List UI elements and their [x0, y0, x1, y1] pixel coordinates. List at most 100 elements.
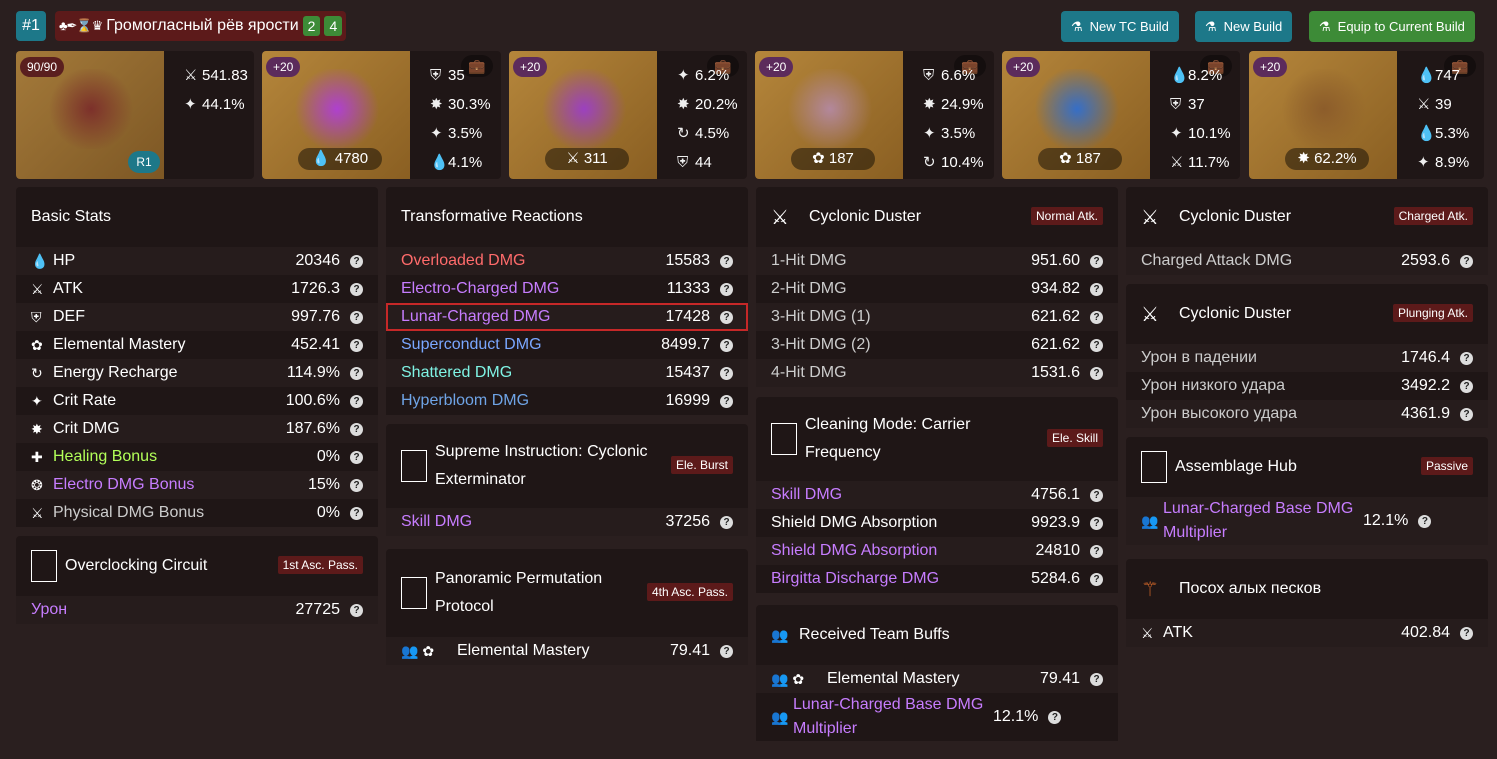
help-icon[interactable]: ? [720, 282, 733, 296]
substat: ✦ 3.5% [923, 119, 984, 148]
help-icon[interactable]: ? [350, 394, 363, 408]
help-icon[interactable]: ? [1090, 544, 1103, 558]
stat-value: 402.84 [1401, 624, 1450, 641]
stat-value: 79.41 [669, 642, 710, 659]
set-count-4: 4 [324, 16, 343, 36]
stat-icon: ⚔ [184, 67, 198, 84]
stat-row: ↻ Energy Recharge 114.9%? [16, 359, 378, 387]
help-icon[interactable]: ? [1460, 407, 1473, 421]
help-icon[interactable]: ? [350, 282, 363, 296]
artifact-card[interactable]: +20 💼 ⚔ 311 ✦ 6.2% ✸ 20.2% ↻ 4.5% ⛨ 44 [509, 51, 747, 179]
stat-icon: 👥 [1141, 512, 1159, 529]
help-icon[interactable]: ? [720, 310, 733, 324]
stat-value: 1531.6 [1031, 364, 1080, 381]
level-badge: 90/90 [20, 57, 65, 77]
help-icon[interactable]: ? [1090, 282, 1103, 296]
stat-row: Hyperbloom DMG 16999? [386, 387, 748, 415]
help-icon[interactable]: ? [720, 515, 733, 529]
help-icon[interactable]: ? [350, 603, 363, 617]
help-icon[interactable]: ? [1090, 488, 1103, 502]
stat-row: Charged Attack DMG 2593.6? [1126, 247, 1488, 275]
help-icon[interactable]: ? [1090, 254, 1103, 268]
team-icon: 👥 [771, 626, 789, 643]
flask-icon: ⚗ [1205, 18, 1217, 34]
help-icon[interactable]: ? [350, 422, 363, 436]
substat-value: 4.1% [448, 154, 483, 171]
talent-icon [401, 450, 427, 482]
help-icon[interactable]: ? [350, 450, 363, 464]
panel-basic: Basic Stats 💧 HP 20346? ⚔ ATK 1726.3? ⛨ DEF 997.7… [16, 187, 378, 527]
help-icon[interactable]: ? [720, 338, 733, 352]
help-icon[interactable]: ? [1460, 351, 1473, 365]
substat: ⛨ 37 [1170, 90, 1231, 119]
substat: 💧8.2% [1170, 61, 1231, 90]
help-icon[interactable]: ? [720, 394, 733, 408]
help-icon[interactable]: ? [1090, 672, 1103, 686]
help-icon[interactable]: ? [720, 644, 733, 658]
stat-label: Урон в падении [1141, 349, 1257, 366]
help-icon[interactable]: ? [350, 310, 363, 324]
help-icon[interactable]: ? [1460, 626, 1473, 640]
cross-swords-icon: ⚔ [1141, 303, 1159, 326]
panel-header: Panoramic Permutation Protocol 4th Asc. P… [386, 549, 748, 637]
substats: 💧8.2% ⛨ 37 ✦ 10.1% ⚔ 11.7% [1170, 61, 1231, 177]
help-icon[interactable]: ? [350, 506, 363, 520]
help-icon[interactable]: ? [350, 254, 363, 268]
stat-row: 👥 Lunar-Charged Base DMG Multiplier 12.1%? [756, 693, 1118, 741]
substat: ✦ 6.2% [677, 61, 738, 90]
help-icon[interactable]: ? [1048, 710, 1062, 724]
help-icon[interactable]: ? [720, 254, 733, 268]
stat-label: Elemental Mastery [827, 670, 960, 687]
help-icon[interactable]: ? [1460, 379, 1473, 393]
new-tc-build-button[interactable]: ⚗ New TC Build [1061, 11, 1179, 42]
help-icon[interactable]: ? [1090, 310, 1103, 324]
stat-label: 1-Hit DMG [771, 252, 847, 269]
artifact-card[interactable]: +20 💼 ✸ 62.2% 💧747 ⚔ 39 💧5.3% ✦ 8.9% [1249, 51, 1484, 179]
stat-value: 1746.4 [1401, 349, 1450, 366]
stat-label: ATK [53, 280, 83, 297]
stat-value: 4756.1 [1031, 486, 1080, 503]
stat-icon: ⚔ [1417, 96, 1431, 113]
help-icon[interactable]: ? [1090, 366, 1103, 380]
help-icon[interactable]: ? [1090, 338, 1103, 352]
help-icon[interactable]: ? [350, 478, 363, 492]
main-stat: ⚔ 311 [545, 148, 629, 170]
help-icon[interactable]: ? [1090, 516, 1103, 530]
equip-build-button[interactable]: ⚗ Equip to Current Build [1309, 11, 1475, 42]
panel-panoramic: Panoramic Permutation Protocol 4th Asc. P… [386, 549, 748, 665]
help-icon[interactable]: ? [350, 366, 363, 380]
substats: ✦ 6.2% ✸ 20.2% ↻ 4.5% ⛨ 44 [677, 61, 738, 177]
main-stat-value: 62.2% [1314, 150, 1357, 167]
help-icon[interactable]: ? [1418, 514, 1432, 528]
substat-value: 35 [448, 67, 465, 84]
artifact-card[interactable]: +20 💼 ✿ 187 💧8.2% ⛨ 37 ✦ 10.1% ⚔ 11.7% [1002, 51, 1240, 179]
artifact-art [1032, 69, 1122, 149]
new-build-button[interactable]: ⚗ New Build [1195, 11, 1293, 42]
stat-label: Overloaded DMG [401, 252, 526, 269]
stat-row: Superconduct DMG 8499.7? [386, 331, 748, 359]
help-icon[interactable]: ? [350, 338, 363, 352]
artifact-card[interactable]: +20 💼 💧 4780 ⛨ 35 ✸ 30.3% ✦ 3.5% 💧4.1% [262, 51, 501, 179]
level-badge: +20 [266, 57, 301, 77]
panel-title: Посох алых песков [1179, 580, 1322, 597]
panel-header: ⚔ Cyclonic Duster Charged Atk. [1126, 187, 1488, 247]
help-icon[interactable]: ? [720, 366, 733, 380]
help-icon[interactable]: ? [1460, 254, 1473, 268]
talent-icon [31, 550, 57, 582]
stat-label: Electro DMG Bonus [53, 476, 195, 493]
stat-label: Hyperbloom DMG [401, 392, 530, 409]
substats: ⚔ 541.83 ✦ 44.1% [184, 61, 248, 119]
level-badge: +20 [1006, 57, 1041, 77]
artifact-set-icons: ♣✒⌛♛ [59, 18, 103, 33]
stat-row: Shattered DMG 15437? [386, 359, 748, 387]
panel-received: 👥 Received Team Buffs 👥 ✿ Elemental Mastery… [756, 605, 1118, 741]
artifact-card[interactable]: +20 💼 ✿ 187 ⛨ 6.6% ✸ 24.9% ✦ 3.5% ↻ 10.4% [755, 51, 994, 179]
talent-icon [401, 577, 427, 609]
set-count-2: 2 [302, 16, 321, 36]
help-icon[interactable]: ? [1090, 572, 1103, 586]
stat-label: Energy Recharge [53, 364, 178, 381]
weapon-card[interactable]: 90/90 R1 ⚔ 541.83 ✦ 44.1% [16, 51, 254, 179]
panel-header: Assemblage Hub Passive [1126, 437, 1488, 497]
stat-row: Shield DMG Absorption 9923.9? [756, 509, 1118, 537]
panel-badge: Ele. Burst [670, 456, 733, 474]
